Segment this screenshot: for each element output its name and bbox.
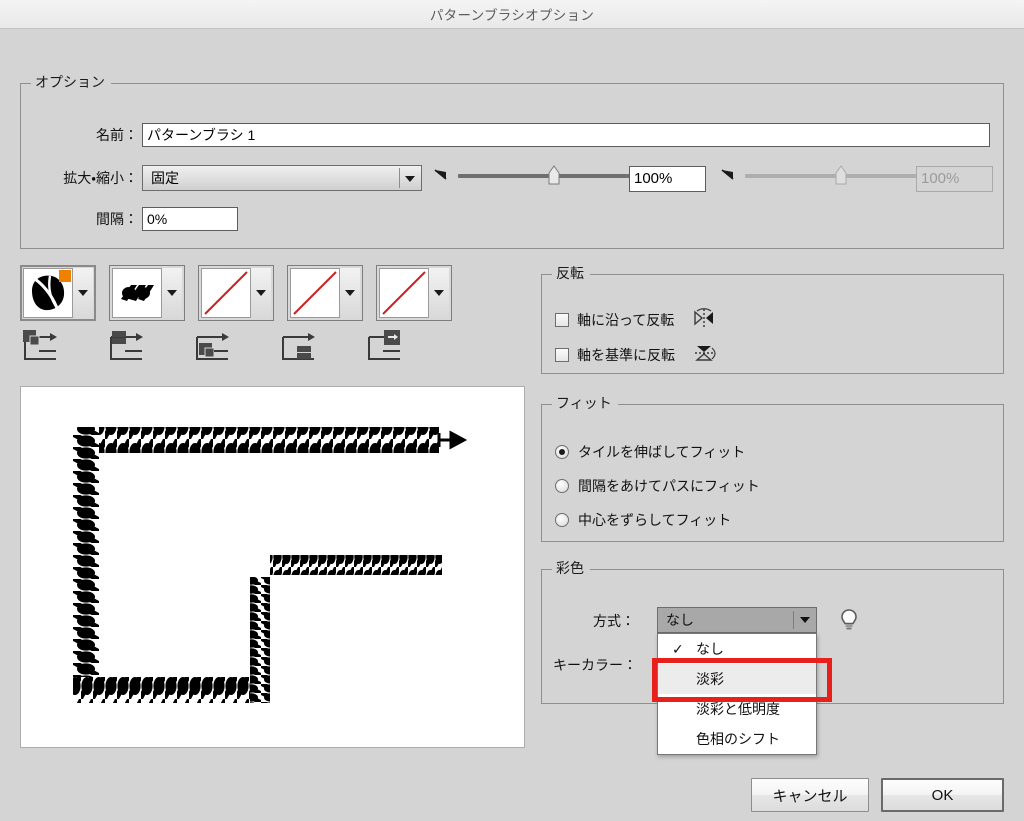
scale-label: 拡大・縮小： xyxy=(63,170,138,186)
start-tile-position-icon xyxy=(280,329,318,366)
fit-group-legend: フィット xyxy=(552,395,618,411)
fit-option-spacing-radio[interactable] xyxy=(555,479,569,493)
checkmark-icon: ✓ xyxy=(672,641,684,657)
spacing-input[interactable]: 0% xyxy=(142,207,238,231)
dropdown-option-none-label: なし xyxy=(696,641,724,657)
stylus-pressure-icon-secondary xyxy=(719,166,739,186)
tile-swatch-outer-corner[interactable] xyxy=(112,268,162,318)
cancel-button-label: キャンセル xyxy=(772,787,848,805)
tile-swatch-side[interactable] xyxy=(23,268,73,318)
pattern-brush-options-dialog: オプション 名前： パターンブラシ 1 拡大・縮小： 固定 100% 100% … xyxy=(0,29,1024,821)
flip-along-axis-icon xyxy=(692,308,716,331)
ok-button-label: OK xyxy=(931,786,954,804)
chevron-down-icon xyxy=(78,290,88,296)
chevron-down-icon xyxy=(256,290,266,296)
scale-value-input[interactable]: 100% xyxy=(629,166,706,192)
tile-button-side[interactable] xyxy=(20,265,96,321)
brush-preview-art xyxy=(73,427,468,703)
flip-along-axis-label: 軸に沿って反転 xyxy=(577,311,675,328)
flip-across-axis-row[interactable]: 軸を基準に反転 xyxy=(555,343,717,366)
spacing-label: 間隔： xyxy=(96,211,138,227)
dropdown-option-hue-shift-label: 色相のシフト xyxy=(696,731,780,747)
fit-option-stretch-row[interactable]: タイルを伸ばしてフィット xyxy=(555,442,745,462)
inner-corner-tile-position-icon xyxy=(194,329,232,366)
dropdown-option-tints-and-shades-label: 淡彩と低明度 xyxy=(696,701,780,717)
flip-across-axis-label: 軸を基準に反転 xyxy=(577,346,675,363)
tile-swatch-end[interactable] xyxy=(379,268,429,318)
colorization-method-label: 方式： xyxy=(593,613,635,629)
spacing-row: 間隔： 0% xyxy=(84,207,238,231)
tile-position-indicator-row xyxy=(22,329,404,366)
dropdown-option-tints-label: 淡彩 xyxy=(696,671,724,687)
scale-slider-group xyxy=(432,165,643,186)
pressure-slider-thumb xyxy=(834,165,848,185)
fit-option-approximate-radio[interactable] xyxy=(555,513,569,527)
outer-corner-tile-position-icon xyxy=(108,329,146,366)
tile-dropdown-start[interactable] xyxy=(340,268,360,318)
tile-swatch-inner-corner[interactable] xyxy=(201,268,251,318)
tile-dropdown-inner-corner[interactable] xyxy=(251,268,271,318)
name-row: 名前： パターンブラシ 1 xyxy=(70,123,1000,147)
chevron-down-icon xyxy=(800,617,810,623)
tile-button-inner-corner[interactable] xyxy=(198,265,274,321)
tile-button-outer-corner[interactable] xyxy=(109,265,185,321)
colorization-method-dropdown-list[interactable]: ✓ なし 淡彩 淡彩と低明度 色相のシフト xyxy=(657,633,817,755)
tile-dropdown-end[interactable] xyxy=(429,268,449,318)
dropdown-option-tints[interactable]: 淡彩 xyxy=(658,664,816,694)
scale-slider-thumb[interactable] xyxy=(547,165,561,185)
fit-option-stretch-label: タイルを伸ばしてフィット xyxy=(578,444,746,460)
dropdown-option-none[interactable]: ✓ なし xyxy=(658,634,816,664)
pressure-slider-track xyxy=(745,165,930,185)
tile-dropdown-outer-corner[interactable] xyxy=(162,268,182,318)
end-tile-position-icon xyxy=(366,329,404,366)
flip-group-legend: 反転 xyxy=(552,265,590,281)
colorization-group-legend: 彩色 xyxy=(552,560,590,576)
scale-slider-track[interactable] xyxy=(458,165,643,185)
tile-button-end[interactable] xyxy=(376,265,452,321)
tile-selected-badge xyxy=(59,270,71,282)
lightbulb-icon[interactable] xyxy=(838,607,860,633)
scale-select[interactable]: 固定 xyxy=(142,165,422,191)
fit-option-stretch-radio[interactable] xyxy=(555,445,569,459)
flip-across-axis-checkbox[interactable] xyxy=(555,347,569,362)
colorization-method-dropdown-button[interactable] xyxy=(794,608,816,632)
window-titlebar: パターンブラシオプション xyxy=(0,0,1024,29)
pressure-slider-group xyxy=(719,165,930,186)
chevron-down-icon xyxy=(167,290,177,296)
chevron-down-icon xyxy=(434,290,444,296)
brush-preview-panel xyxy=(20,386,525,748)
fit-option-spacing-row[interactable]: 間隔をあけてパスにフィット xyxy=(555,476,760,496)
window-title: パターンブラシオプション xyxy=(429,8,595,23)
fit-option-approximate-label: 中心をずらしてフィット xyxy=(578,512,732,528)
tile-buttons-row xyxy=(20,265,452,321)
name-label: 名前： xyxy=(96,127,138,143)
flip-across-axis-icon xyxy=(693,343,717,366)
pressure-value-input: 100% xyxy=(916,166,993,192)
tile-swatch-start[interactable] xyxy=(290,268,340,318)
flip-along-axis-row[interactable]: 軸に沿って反転 xyxy=(555,308,716,331)
empty-tile-icon xyxy=(382,271,426,315)
ok-button[interactable]: OK xyxy=(881,778,1004,812)
colorization-method-value: なし xyxy=(666,612,694,628)
cancel-button[interactable]: キャンセル xyxy=(751,778,869,812)
side-tile-position-icon xyxy=(22,329,60,366)
fit-option-approximate-row[interactable]: 中心をずらしてフィット xyxy=(555,510,731,530)
tile-button-start[interactable] xyxy=(287,265,363,321)
flip-along-axis-checkbox[interactable] xyxy=(555,312,569,327)
empty-tile-icon xyxy=(204,271,248,315)
dropdown-option-hue-shift[interactable]: 色相のシフト xyxy=(658,724,816,754)
chevron-down-icon xyxy=(345,290,355,296)
fit-option-spacing-label: 間隔をあけてパスにフィット xyxy=(578,478,760,494)
empty-tile-icon xyxy=(293,271,337,315)
tile-dropdown-side[interactable] xyxy=(73,268,93,318)
name-input[interactable]: パターンブラシ 1 xyxy=(142,123,990,147)
stylus-pressure-icon xyxy=(432,166,452,186)
key-color-label: キーカラー： xyxy=(553,657,637,673)
outer-corner-tile-art-icon xyxy=(121,285,154,301)
options-group-legend: オプション xyxy=(31,74,111,90)
dropdown-option-tints-and-shades[interactable]: 淡彩と低明度 xyxy=(658,694,816,724)
scale-row: 拡大・縮小： 固定 xyxy=(30,165,422,191)
colorization-method-select[interactable]: なし xyxy=(657,607,817,633)
